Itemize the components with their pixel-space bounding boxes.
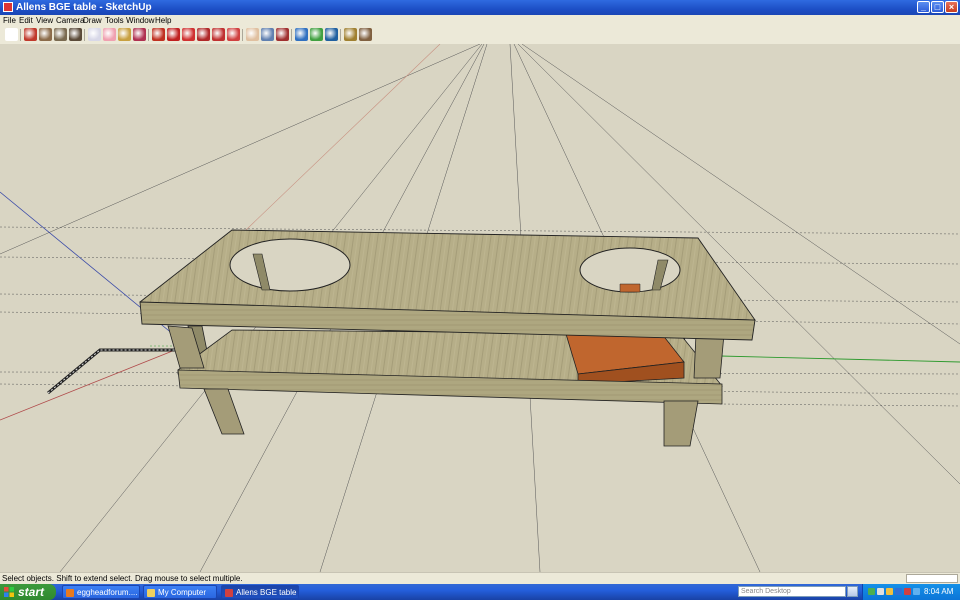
follow-me-tool[interactable]	[197, 28, 210, 41]
volume-icon[interactable]	[877, 588, 884, 595]
circle-tool[interactable]	[54, 28, 67, 41]
egg-hole-left	[229, 238, 351, 292]
minimize-icon: _	[920, 2, 926, 12]
window-title: Allens BGE table - SketchUp	[16, 2, 152, 13]
orbit-tool[interactable]	[227, 28, 240, 41]
make-component-tool[interactable]	[88, 28, 101, 41]
paint-bucket-tool[interactable]	[133, 28, 146, 41]
eraser-tool[interactable]	[103, 28, 116, 41]
push-pull-tool[interactable]	[152, 28, 165, 41]
title-bar: Allens BGE table - SketchUp _ □ ×	[0, 0, 960, 15]
menu-tools[interactable]: Tools	[105, 15, 124, 27]
bluetooth-icon[interactable]	[895, 588, 902, 595]
toggle-terrain-tool[interactable]	[359, 28, 372, 41]
close-icon: ×	[948, 2, 955, 12]
task-label: eggheadforum....	[77, 588, 138, 597]
task-button-sketchup[interactable]: Allens BGE table ...	[221, 585, 299, 599]
arc-tool[interactable]	[69, 28, 82, 41]
share-model-tool[interactable]	[310, 28, 323, 41]
menu-file[interactable]: File	[3, 15, 16, 27]
sketchup-app-icon[interactable]	[3, 2, 13, 12]
clock: 8:04 AM	[924, 587, 954, 596]
front-right-leg	[663, 400, 699, 447]
menu-edit[interactable]: Edit	[19, 15, 33, 27]
pencil-tool[interactable]	[24, 28, 37, 41]
menu-draw[interactable]: Draw	[83, 15, 102, 27]
windows-logo-icon	[4, 587, 14, 597]
minimize-button[interactable]: _	[917, 1, 930, 13]
google-earth-tool[interactable]	[325, 28, 338, 41]
start-button[interactable]: start	[0, 584, 56, 600]
search-desktop-input[interactable]: Search Desktop	[738, 586, 846, 597]
menu-camera[interactable]: Camera	[56, 15, 84, 27]
firefox-icon	[66, 589, 74, 597]
scene-canvas[interactable]	[0, 44, 960, 572]
start-label: start	[18, 585, 45, 599]
menu-view[interactable]: View	[36, 15, 53, 27]
taskbar: start eggheadforum.... My Computer Allen…	[0, 584, 960, 600]
task-button-my-computer[interactable]: My Computer	[143, 585, 217, 599]
get-models-tool[interactable]	[295, 28, 308, 41]
toolbar-separator	[242, 29, 243, 41]
search-placeholder: Search Desktop	[741, 588, 791, 595]
network-icon[interactable]	[868, 588, 875, 595]
maximize-icon: □	[934, 2, 941, 12]
folder-icon	[147, 589, 155, 597]
rotate-tool[interactable]	[182, 28, 195, 41]
toolbar	[0, 27, 960, 45]
sketchup-icon	[225, 589, 233, 597]
pan-tool[interactable]	[246, 28, 259, 41]
toolbar-separator	[148, 29, 149, 41]
dimension-bracket	[47, 348, 190, 395]
get-current-view-tool[interactable]	[344, 28, 357, 41]
offset-tool[interactable]	[212, 28, 225, 41]
measurements-box[interactable]	[906, 574, 958, 583]
zoom-extents-tool[interactable]	[276, 28, 289, 41]
search-go-button[interactable]	[847, 586, 858, 597]
close-button[interactable]: ×	[945, 1, 958, 13]
move-tool[interactable]	[167, 28, 180, 41]
update-icon[interactable]	[904, 588, 911, 595]
front-right-upper-leg	[693, 333, 725, 379]
toolbar-separator	[340, 29, 341, 41]
toolbar-separator	[291, 29, 292, 41]
red-axis	[0, 339, 201, 421]
maximize-button[interactable]: □	[931, 1, 944, 13]
tape-measure-tool[interactable]	[118, 28, 131, 41]
rectangle-tool[interactable]	[39, 28, 52, 41]
zoom-tool[interactable]	[261, 28, 274, 41]
task-label: My Computer	[158, 588, 207, 597]
security-icon[interactable]	[886, 588, 893, 595]
task-button-eggheadforum[interactable]: eggheadforum....	[62, 585, 140, 599]
menu-window[interactable]: Window	[126, 15, 154, 27]
menu-help[interactable]: Help	[155, 15, 171, 27]
toolbar-separator	[84, 29, 85, 41]
task-label: Allens BGE table ...	[236, 588, 299, 597]
green-axis	[719, 355, 960, 363]
toolbar-separator	[20, 29, 21, 41]
modeling-viewport[interactable]	[0, 44, 960, 572]
display-icon[interactable]	[913, 588, 920, 595]
front-left-leg	[203, 388, 245, 435]
select-tool[interactable]	[5, 28, 18, 41]
